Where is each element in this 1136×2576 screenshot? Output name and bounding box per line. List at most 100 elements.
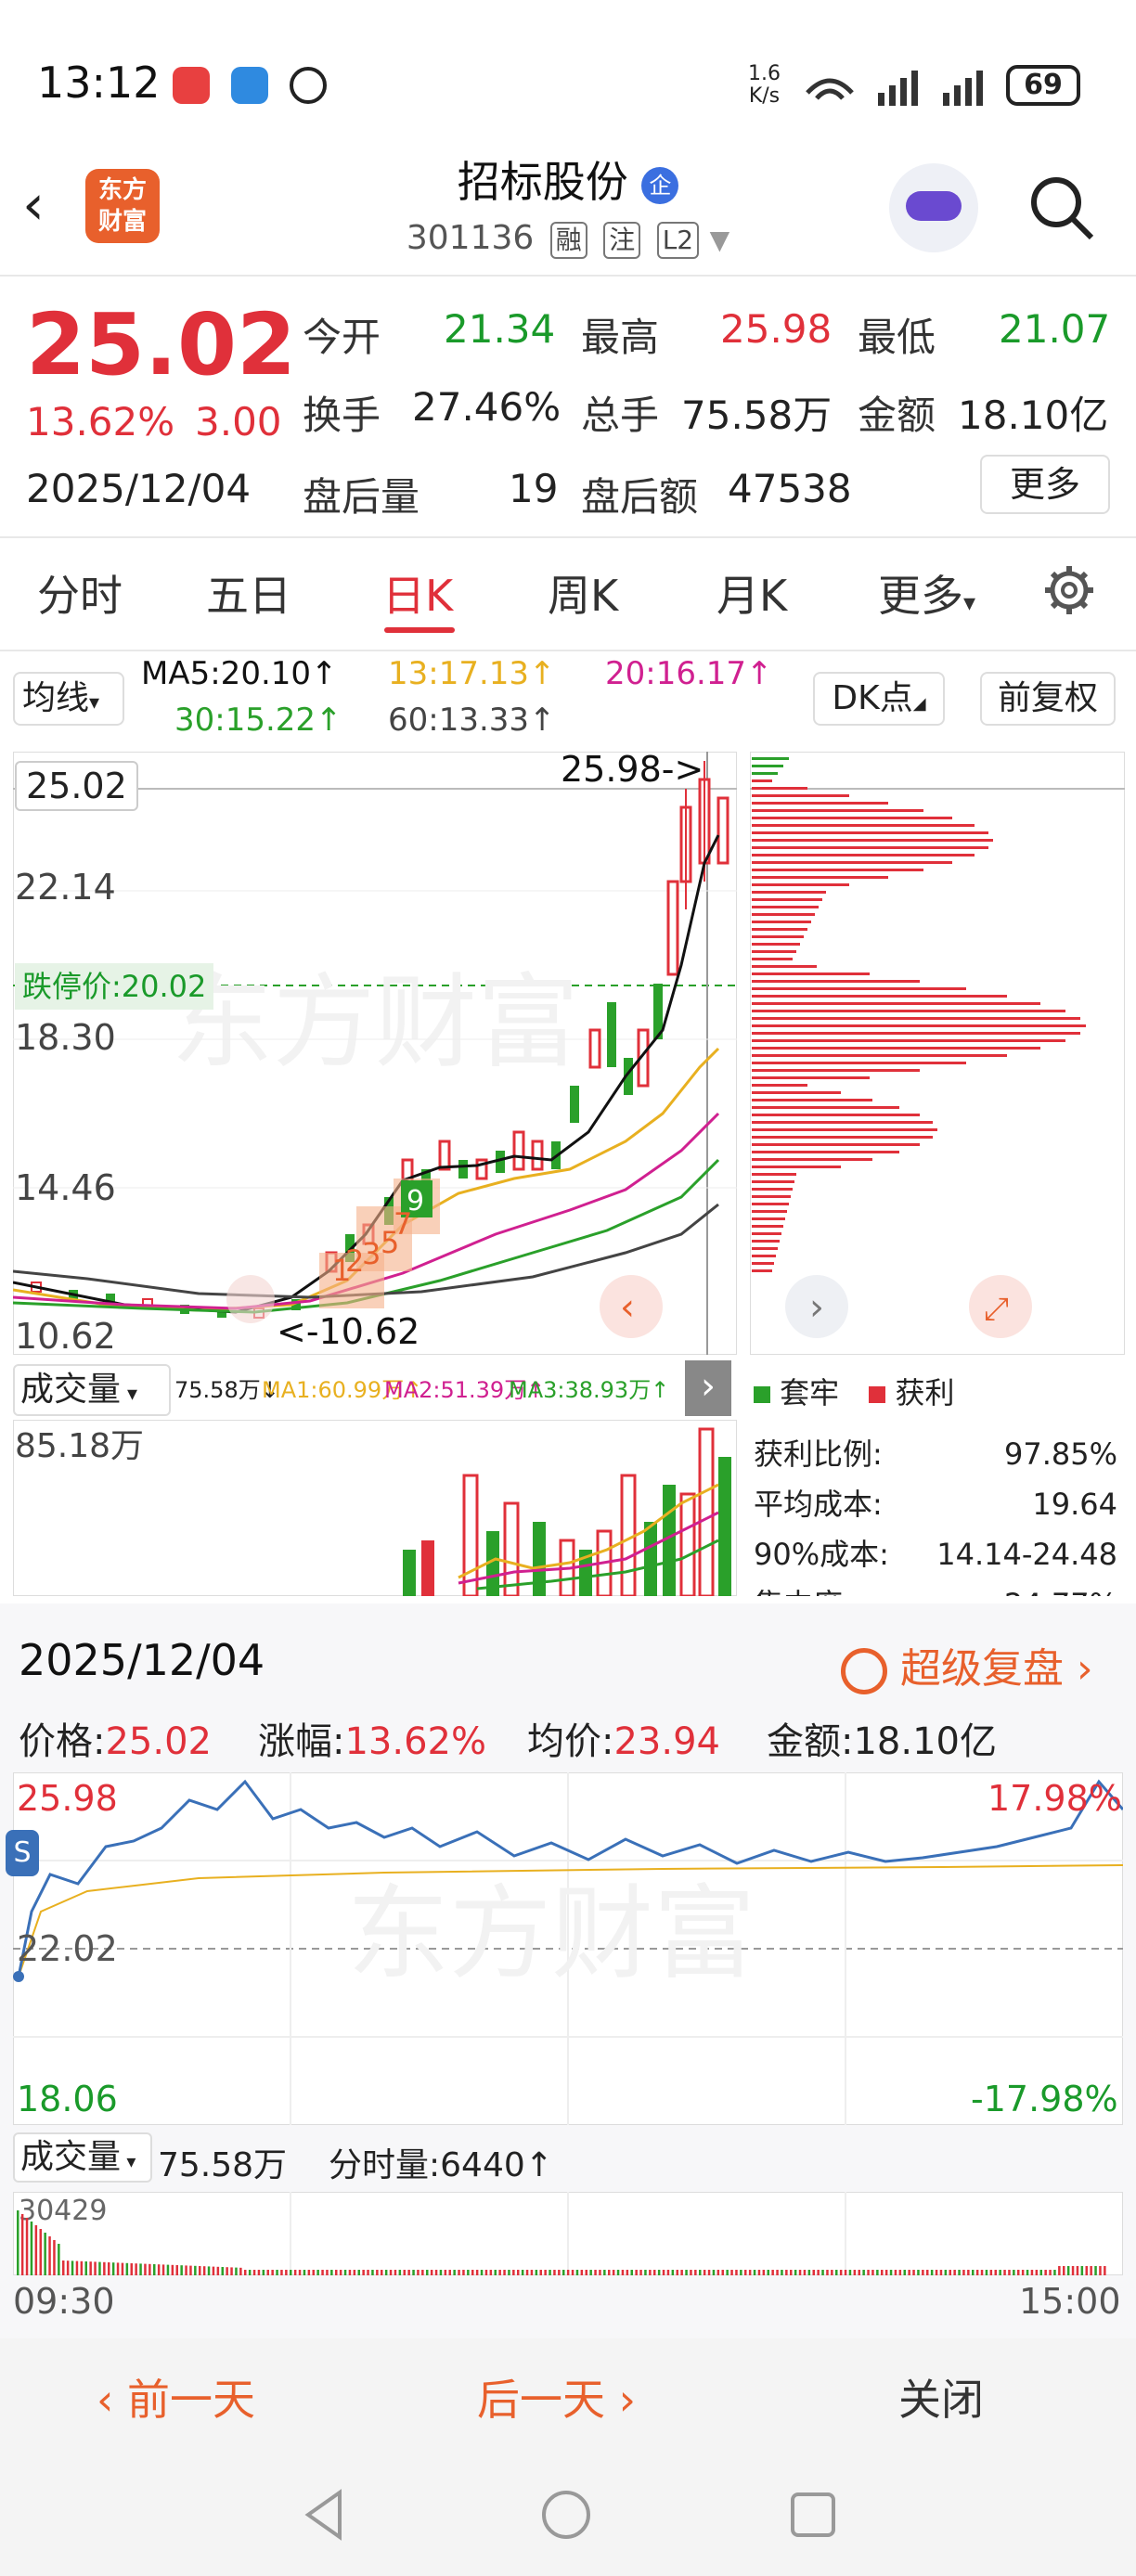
tab-daily-k[interactable]: 日K — [382, 562, 453, 624]
back-nav-icon[interactable] — [297, 2487, 353, 2543]
volume-bar — [835, 2270, 838, 2275]
volume-bar — [448, 2270, 451, 2275]
chip-bar — [752, 965, 817, 968]
ma-selector[interactable]: 均线▾ — [13, 672, 124, 726]
volume-bar — [330, 2270, 333, 2275]
volume-bar — [403, 2270, 406, 2275]
volume-bar — [735, 2270, 738, 2275]
volume-bar — [794, 2270, 797, 2275]
volume-bar — [252, 2270, 256, 2275]
volume-bar — [716, 2270, 720, 2275]
volume-bar — [216, 2266, 220, 2275]
vol-ma3: MA3:38.93万↑ — [509, 1377, 670, 1403]
next-day-button[interactable]: 后一天 › — [477, 2366, 636, 2428]
tab-weekly-k[interactable]: 周K — [548, 562, 618, 624]
recents-nav-icon[interactable] — [785, 2487, 841, 2543]
chip-bar — [752, 1247, 778, 1250]
volume-bar — [484, 2270, 488, 2275]
volume-bar — [1058, 2266, 1061, 2275]
volume-bar — [111, 2262, 115, 2275]
volume-bar — [326, 2270, 329, 2275]
volume-bar — [357, 2270, 360, 2275]
assistant-avatar[interactable] — [889, 163, 978, 252]
replay-date: 2025/12/04 — [19, 1635, 265, 1685]
volume-bar — [444, 2270, 447, 2275]
chip-bar — [752, 1232, 781, 1235]
volume-bar — [908, 2270, 910, 2275]
volume-bar — [744, 2270, 747, 2275]
prev-day-button[interactable]: ‹ 前一天 — [97, 2366, 255, 2428]
volume-bar — [621, 2270, 625, 2275]
chip-bar — [752, 787, 807, 790]
volume-bar — [699, 2270, 702, 2275]
chip-bar — [752, 1195, 791, 1198]
volume-bar — [293, 2270, 297, 2275]
volume-bar — [848, 2270, 852, 2275]
price-adjust-button[interactable]: 前复权 — [980, 672, 1116, 726]
intraday-volume-selector[interactable]: 成交量 ▾ — [13, 2132, 152, 2183]
home-nav-icon[interactable] — [538, 2487, 594, 2543]
low-marker: <-10.62 — [277, 1311, 420, 1352]
dropdown-icon: ▾ — [963, 589, 976, 617]
time-end: 15:00 — [1019, 2281, 1121, 2322]
intraday-high: 25.98 — [17, 1778, 118, 1819]
open-price: 21.34 — [444, 306, 556, 352]
chip-bar — [752, 831, 988, 834]
volume-bar — [257, 2270, 261, 2275]
tab-five-day[interactable]: 五日 — [206, 562, 291, 624]
tab-more[interactable]: 更多▾ — [878, 562, 975, 624]
volume-bar — [781, 2270, 783, 2275]
battery-icon: 69 — [1006, 65, 1080, 106]
signal-digit-9: 9 — [407, 1185, 424, 1217]
volume-bar — [939, 2270, 943, 2275]
close-button[interactable]: 关闭 — [898, 2366, 984, 2428]
chip-bar — [752, 1143, 920, 1146]
dropdown-icon: ▼ — [709, 225, 730, 255]
volume-bar — [212, 2266, 215, 2275]
chip-bar — [752, 809, 923, 812]
volume-bar — [653, 2270, 656, 2275]
settings-icon[interactable] — [1041, 562, 1097, 618]
volume-bar — [244, 2270, 247, 2275]
collapse-panel-button[interactable]: › — [685, 1360, 731, 1416]
more-quote-button[interactable]: 更多 — [980, 455, 1110, 514]
volume-bar — [999, 2270, 1001, 2275]
volume-chart: 85.18万 — [13, 1420, 737, 1596]
change-value: 3.00 — [195, 399, 282, 444]
chip-bar — [752, 1225, 783, 1228]
volume-bar — [881, 2270, 884, 2275]
volume-bar — [262, 2270, 265, 2275]
chip-bar — [752, 1173, 796, 1176]
volume-bar — [608, 2270, 611, 2275]
volume-bar — [148, 2263, 151, 2275]
volume-bar — [935, 2270, 938, 2275]
volume-bar — [871, 2270, 874, 2275]
tab-monthly-k[interactable]: 月K — [716, 562, 787, 624]
volume-bar — [489, 2270, 493, 2275]
dk-point-button[interactable]: DK点◢ — [813, 672, 945, 726]
volume-bar — [498, 2270, 501, 2275]
search-icon[interactable] — [1025, 171, 1099, 245]
volume-bar — [884, 2270, 888, 2275]
volume-bar — [1049, 2270, 1052, 2275]
volume-bar — [1039, 2270, 1042, 2275]
volume-bar — [343, 2270, 347, 2275]
y-label-18: 18.30 — [15, 1017, 116, 1058]
tab-timeshare[interactable]: 分时 — [37, 562, 123, 624]
high-price: 25.98 — [720, 306, 833, 352]
volume-bar — [239, 2267, 242, 2275]
volume-selector[interactable]: 成交量 ▾ — [13, 1364, 171, 1416]
ma30-value: 30:15.22↑ — [174, 702, 342, 739]
vol-max-label: 85.18万 — [15, 1427, 144, 1465]
chip-bar — [752, 1010, 1065, 1012]
app-notification-icon — [173, 67, 210, 104]
volume-bar — [475, 2270, 479, 2275]
chip-bar — [752, 1069, 920, 1072]
super-replay-button[interactable]: 超级复盘 › — [841, 1635, 1093, 1694]
volume-bar — [44, 2233, 46, 2275]
kline-chart[interactable]: 东方财富 1 2 3 5 7 9 25.98-> <-10.62 ‹ — [13, 752, 737, 1355]
volume-bar — [348, 2270, 352, 2275]
volume-bar — [844, 2270, 847, 2275]
intraday-chart[interactable]: 东方财富 — [13, 1772, 1123, 2125]
volume-bar — [1044, 2270, 1047, 2275]
